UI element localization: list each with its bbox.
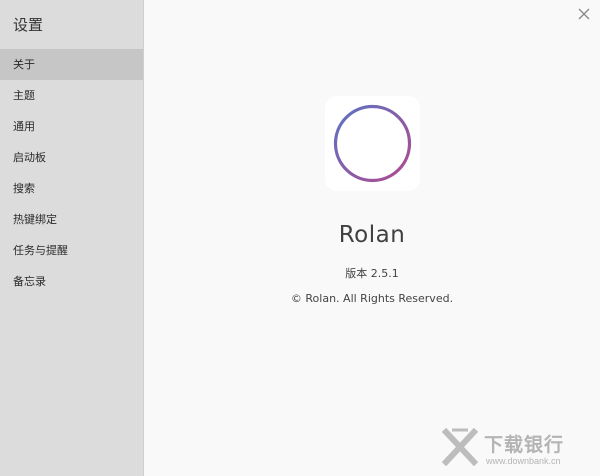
sidebar-item-launchpad[interactable]: 启动板	[0, 142, 143, 173]
rolan-ring-logo-icon	[333, 104, 412, 183]
sidebar-nav: 关于 主题 通用 启动板 搜索 热键绑定 任务与提醒 备忘录	[0, 49, 143, 297]
sidebar-item-memo[interactable]: 备忘录	[0, 266, 143, 297]
sidebar-item-theme[interactable]: 主题	[0, 80, 143, 111]
app-name: Rolan	[338, 222, 406, 248]
sidebar-item-hotkeys[interactable]: 热键绑定	[0, 204, 143, 235]
sidebar: 设置 关于 主题 通用 启动板 搜索 热键绑定 任务与提醒 备忘录	[0, 0, 144, 476]
sidebar-item-general[interactable]: 通用	[0, 111, 143, 142]
copyright-text: © Rolan. All Rights Reserved.	[290, 292, 454, 305]
watermark-text: 下载银行	[484, 434, 565, 456]
sidebar-item-search[interactable]: 搜索	[0, 173, 143, 204]
sidebar-item-about[interactable]: 关于	[0, 49, 143, 80]
close-icon[interactable]	[577, 7, 591, 21]
watermark: 下载银行 www.downbank.cn	[442, 428, 592, 468]
sidebar-item-tasks-reminders[interactable]: 任务与提醒	[0, 235, 143, 266]
watermark-url: www.downbank.cn	[486, 456, 561, 466]
app-logo	[325, 96, 420, 191]
watermark-logo-icon	[442, 428, 478, 466]
sidebar-title: 设置	[13, 16, 44, 34]
version-text: 版本 2.5.1	[345, 267, 399, 280]
